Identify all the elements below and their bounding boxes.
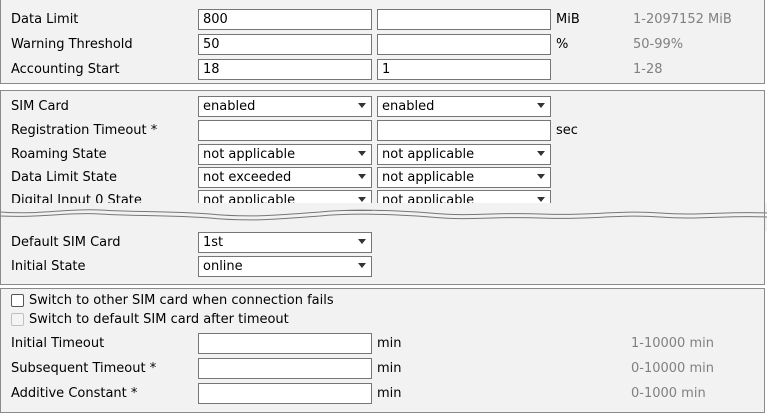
additive-constant-input[interactable] — [198, 383, 372, 404]
sim-card-select-1-value: enabled — [203, 99, 256, 114]
data-limit-label: Data Limit — [11, 12, 79, 27]
initial-timeout-unit: min — [377, 336, 402, 351]
initial-timeout-row: Initial Timeout min 1-10000 min — [1, 333, 764, 355]
subsequent-timeout-row: Subsequent Timeout * min 0-10000 min — [1, 358, 764, 380]
additive-constant-unit: min — [377, 386, 402, 401]
initial-state-label: Initial State — [11, 259, 86, 274]
initial-state-row: Initial State online — [1, 256, 764, 278]
initial-timeout-label: Initial Timeout — [11, 336, 105, 351]
warning-threshold-label: Warning Threshold — [11, 37, 133, 52]
additive-constant-label: Additive Constant * — [11, 386, 138, 401]
subsequent-timeout-label: Subsequent Timeout * — [11, 361, 157, 376]
data-limit-panel: Data Limit 800 MiB 1-2097152 MiB Warning… — [0, 0, 765, 84]
data-limit-state-select-2-value: not applicable — [382, 170, 475, 185]
data-limit-state-select-1[interactable]: not exceeded — [198, 167, 372, 188]
initial-state-select-value: online — [203, 259, 243, 274]
subsequent-timeout-input[interactable] — [198, 358, 372, 379]
roaming-state-select-1-value: not applicable — [203, 147, 296, 162]
warning-threshold-input-1[interactable]: 50 — [198, 34, 372, 55]
chevron-down-icon — [537, 174, 545, 179]
default-sim-select-value: 1st — [203, 235, 224, 250]
registration-timeout-unit: sec — [556, 123, 578, 138]
registration-timeout-row: Registration Timeout * sec — [1, 120, 764, 142]
switch-to-default-label: Switch to default SIM card after timeout — [29, 312, 289, 327]
accounting-start-input-2[interactable]: 1 — [377, 59, 551, 80]
chevron-down-icon — [537, 151, 545, 156]
initial-state-select[interactable]: online — [198, 256, 372, 277]
data-limit-input-2[interactable] — [377, 9, 551, 30]
data-limit-state-select-1-value: not exceeded — [203, 170, 292, 185]
data-limit-unit: MiB — [556, 12, 580, 27]
subsequent-timeout-hint: 0-10000 min — [631, 361, 714, 376]
default-sim-select[interactable]: 1st — [198, 232, 372, 253]
accounting-start-row: Accounting Start 18 1 1-28 — [1, 59, 764, 81]
warning-threshold-input-2[interactable] — [377, 34, 551, 55]
chevron-down-icon — [358, 197, 366, 202]
default-sim-label: Default SIM Card — [11, 235, 121, 250]
sim-card-select-2-value: enabled — [382, 99, 435, 114]
initial-timeout-hint: 1-10000 min — [631, 336, 714, 351]
sim-card-row: SIM Card enabled enabled — [1, 96, 764, 118]
additive-constant-row: Additive Constant * min 0-1000 min — [1, 383, 764, 405]
warning-threshold-row: Warning Threshold 50 % 50-99% — [1, 34, 764, 56]
switch-to-default-row: Switch to default SIM card after timeout — [1, 309, 764, 331]
switch-on-fail-label: Switch to other SIM card when connection… — [29, 293, 334, 308]
data-limit-input-1[interactable]: 800 — [198, 9, 372, 30]
data-limit-hint: 1-2097152 MiB — [633, 12, 732, 27]
roaming-state-select-2[interactable]: not applicable — [377, 144, 551, 165]
data-limit-state-row: Data Limit State not exceeded not applic… — [1, 167, 764, 189]
default-sim-panel: Default SIM Card 1st Initial State onlin… — [0, 221, 765, 285]
sim-card-select-2[interactable]: enabled — [377, 96, 551, 117]
registration-timeout-input-1[interactable] — [198, 120, 372, 141]
roaming-state-row: Roaming State not applicable not applica… — [1, 144, 764, 166]
switch-to-default-checkbox[interactable] — [11, 313, 24, 326]
sim-card-select-1[interactable]: enabled — [198, 96, 372, 117]
chevron-down-icon — [358, 239, 366, 244]
chevron-down-icon — [358, 263, 366, 268]
chevron-down-icon — [358, 103, 366, 108]
registration-timeout-label: Registration Timeout * — [11, 123, 158, 138]
chevron-down-icon — [358, 174, 366, 179]
accounting-start-input-1[interactable]: 18 — [198, 59, 372, 80]
data-limit-row: Data Limit 800 MiB 1-2097152 MiB — [1, 9, 764, 31]
switching-panel: Switch to other SIM card when connection… — [0, 288, 765, 413]
switch-on-fail-checkbox[interactable] — [11, 294, 24, 307]
data-limit-state-select-2[interactable]: not applicable — [377, 167, 551, 188]
chevron-down-icon — [537, 103, 545, 108]
default-sim-row: Default SIM Card 1st — [1, 232, 764, 254]
chevron-down-icon — [537, 197, 545, 202]
subsequent-timeout-unit: min — [377, 361, 402, 376]
accounting-start-hint: 1-28 — [633, 62, 663, 77]
roaming-state-label: Roaming State — [11, 147, 107, 162]
warning-threshold-hint: 50-99% — [633, 37, 684, 52]
roaming-state-select-1[interactable]: not applicable — [198, 144, 372, 165]
data-limit-state-label: Data Limit State — [11, 170, 117, 185]
registration-timeout-input-2[interactable] — [377, 120, 551, 141]
accounting-start-label: Accounting Start — [11, 62, 120, 77]
additive-constant-hint: 0-1000 min — [631, 386, 706, 401]
sim-card-label: SIM Card — [11, 99, 69, 114]
chevron-down-icon — [358, 151, 366, 156]
warning-threshold-unit: % — [556, 37, 569, 52]
roaming-state-select-2-value: not applicable — [382, 147, 475, 162]
initial-timeout-input[interactable] — [198, 333, 372, 354]
